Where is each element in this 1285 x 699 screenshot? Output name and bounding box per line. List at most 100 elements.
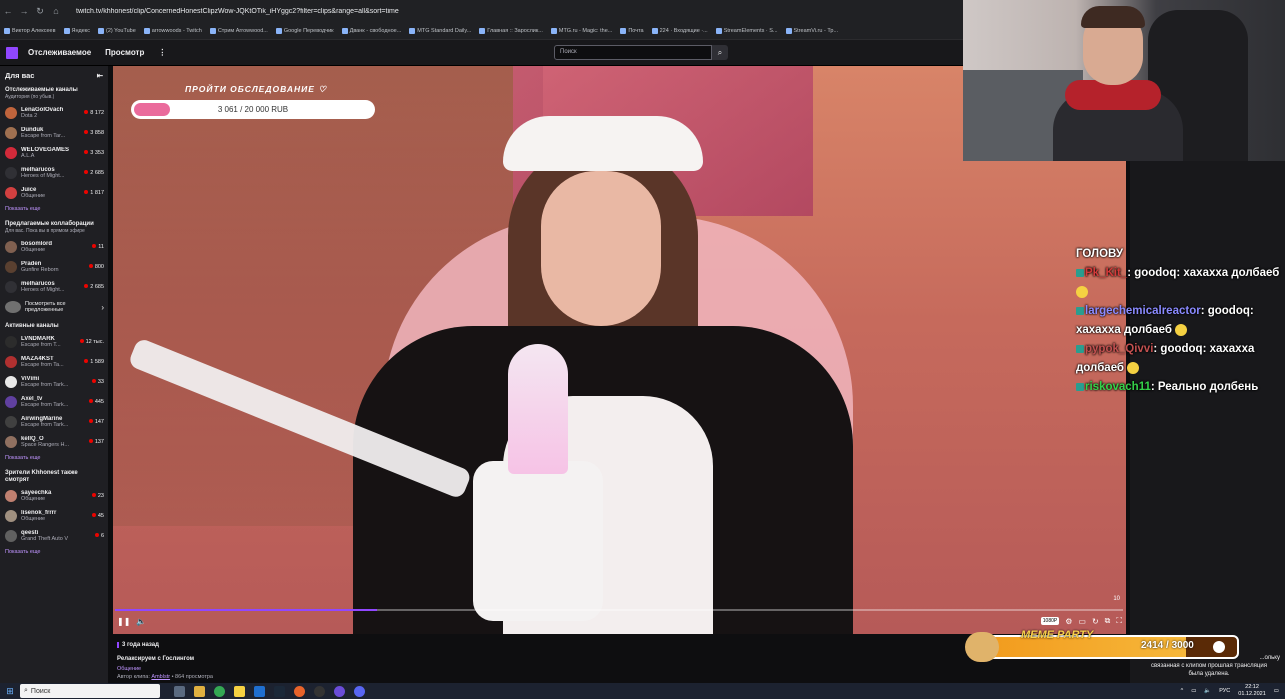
- clip-author: Автор клипа: Amblstr • 864 просмотра: [117, 674, 213, 680]
- bookmark-item[interactable]: arrowwoods - Twitch: [143, 27, 202, 34]
- reload-icon[interactable]: ↻: [32, 6, 48, 17]
- bookmark-item[interactable]: MTG.ru - Magic: the...: [550, 27, 612, 34]
- chat-username[interactable]: Pk_Kit_: [1085, 267, 1127, 279]
- followed-subtitle[interactable]: Аудитория (по убыв.): [0, 94, 108, 103]
- clip-icon[interactable]: ↻: [1092, 617, 1099, 626]
- bookmark-item[interactable]: (2) YouTube: [98, 27, 136, 34]
- viewers-also-show-more[interactable]: Показать еще: [0, 546, 108, 560]
- volume-tray-icon[interactable]: 🔈: [1204, 688, 1211, 694]
- obs-icon[interactable]: [314, 685, 325, 697]
- popout-icon[interactable]: ⧉: [1105, 616, 1111, 626]
- clock-date: 01.12.2021: [1238, 690, 1266, 697]
- notifications-icon[interactable]: ▭: [1274, 688, 1279, 694]
- live-dot-icon: [91, 513, 96, 517]
- active-show-more[interactable]: Показать еще: [0, 452, 108, 466]
- forward-icon[interactable]: →: [16, 6, 32, 16]
- controls-right: 1080P ⚙ ▭ ↻ ⧉ ⛶: [1040, 616, 1122, 626]
- bookmark-label: Почта: [628, 27, 644, 34]
- nav-following[interactable]: Отслеживаемое: [28, 48, 91, 57]
- file-explorer-icon[interactable]: [194, 685, 205, 697]
- sidebar-channel[interactable]: Axel_tv Escape from Tark... 445: [0, 392, 108, 412]
- sidebar-channel[interactable]: sayeechka Общение 23: [0, 486, 108, 506]
- viewer-count-value: 33: [97, 379, 104, 385]
- twitch-logo-icon[interactable]: [6, 46, 18, 59]
- app-icon-purple[interactable]: [334, 685, 345, 697]
- sidebar-channel[interactable]: Praden Gunfire Reborn 800: [0, 257, 108, 277]
- back-icon[interactable]: ←: [0, 6, 16, 16]
- bookmark-item[interactable]: Почта: [620, 27, 644, 34]
- sidebar-channel[interactable]: melharucos Heroes of Might... 2 685: [0, 277, 108, 297]
- avatar: [5, 396, 17, 408]
- firefox-icon[interactable]: [294, 685, 305, 697]
- bookmark-item[interactable]: StreamVi.ru - Тр...: [785, 27, 838, 34]
- nav-browse[interactable]: Просмотр: [105, 48, 144, 57]
- vscode-icon[interactable]: [254, 685, 265, 697]
- discord-icon[interactable]: [354, 685, 365, 697]
- search-input[interactable]: Поиск: [554, 45, 712, 60]
- clip-category-link[interactable]: Общение: [117, 666, 141, 672]
- channel-game: Escape from Tar...: [21, 133, 66, 139]
- video-mic-stand: [473, 461, 603, 621]
- network-icon[interactable]: ▭: [1191, 688, 1196, 694]
- sidebar-channel[interactable]: qeesti Grand Theft Auto V6: [0, 526, 108, 546]
- sidebar-channel[interactable]: Juice Общение 1 817: [0, 183, 108, 203]
- tray-chevron-icon[interactable]: ^: [1181, 688, 1184, 694]
- chat-username[interactable]: riskovach11: [1085, 381, 1151, 393]
- steam-icon[interactable]: [274, 685, 285, 697]
- bookmark-item[interactable]: MTG Standard Daily...: [409, 27, 471, 34]
- bookmark-item[interactable]: StreamElements · S...: [715, 27, 778, 34]
- chrome-icon[interactable]: [214, 685, 225, 697]
- laughing-emoji-icon: [1127, 361, 1140, 374]
- app-icon-yellow[interactable]: [234, 685, 245, 697]
- collapse-sidebar-icon[interactable]: ⇤: [97, 71, 103, 80]
- viewer-count: 11: [92, 244, 104, 250]
- task-view-icon[interactable]: [174, 685, 185, 697]
- viewer-count: 147: [88, 419, 104, 425]
- bookmark-item[interactable]: Google Переводчик: [275, 27, 334, 34]
- chat-badge-icon: [1076, 306, 1084, 315]
- settings-gear-icon[interactable]: ⚙: [1065, 617, 1072, 626]
- bookmark-item[interactable]: Виктор Алексеев: [4, 27, 56, 34]
- clip-author-link[interactable]: Amblstr: [151, 674, 170, 680]
- live-dot-icon: [88, 439, 93, 443]
- sidebar-channel[interactable]: ViVimi Escape from Tark... 33: [0, 372, 108, 392]
- viewer-count-value: 3 858: [90, 130, 104, 136]
- bookmark-item[interactable]: Дванк - свободное...: [341, 27, 401, 34]
- language-indicator[interactable]: РУС: [1219, 688, 1230, 694]
- viewer-count: 2 685: [84, 170, 104, 176]
- sidebar-channel[interactable]: Dunduk Escape from Tar... 3 858: [0, 123, 108, 143]
- sidebar-channel[interactable]: lisenok_frrrr Общение 45: [0, 506, 108, 526]
- fullscreen-icon[interactable]: ⛶: [1116, 616, 1122, 626]
- bookmark-item[interactable]: Стрим Arrowwood...: [209, 27, 268, 34]
- sidebar-channel[interactable]: WELOVEGAMES A.L.A 3 353: [0, 143, 108, 163]
- bookmark-item[interactable]: 224 · Входящие ·...: [651, 27, 708, 34]
- seek-bar[interactable]: [115, 609, 1123, 611]
- more-menu-icon[interactable]: ⋮: [158, 48, 166, 57]
- bookmark-item[interactable]: Главная :: Зарослик...: [479, 27, 543, 34]
- clock[interactable]: 22:12 01.12.2021: [1238, 684, 1266, 697]
- sidebar-channel[interactable]: MAZA4KST Escape from Ta... 1 589: [0, 352, 108, 372]
- followed-show-more[interactable]: Показать еще: [0, 203, 108, 217]
- chat-username[interactable]: pypok_Qivvi: [1085, 343, 1153, 355]
- home-icon[interactable]: ⌂: [48, 6, 64, 16]
- quality-badge[interactable]: 1080P: [1040, 617, 1060, 625]
- collabs-see-all[interactable]: Посмотреть все предложенные ›: [0, 297, 108, 317]
- deleted-note-line1: ...ольку: [1259, 655, 1280, 661]
- windows-start-icon[interactable]: ⊞: [0, 686, 20, 697]
- pause-icon[interactable]: ❚❚: [117, 617, 130, 626]
- volume-icon[interactable]: 🔈: [136, 617, 146, 626]
- sidebar-channel[interactable]: kellQ_O Space Rangers H... 137: [0, 432, 108, 452]
- sidebar-channel[interactable]: LVNDMARK Escape from T... 12 тыс.: [0, 332, 108, 352]
- taskbar-search[interactable]: ⌕ Поиск: [20, 684, 160, 698]
- search-icon[interactable]: ⌕: [712, 45, 728, 60]
- bookmark-label: Виктор Алексеев: [12, 27, 56, 34]
- theater-mode-icon[interactable]: ▭: [1078, 617, 1086, 626]
- sidebar-channel[interactable]: bosomlord Общение 11: [0, 237, 108, 257]
- address-bar[interactable]: twitch.tv/khhonest/clip/ConcernedHonestC…: [76, 8, 916, 15]
- sidebar-channel[interactable]: LenaGolOvach Dota 28 172: [0, 103, 108, 123]
- bookmark-item[interactable]: Яндекс: [63, 27, 90, 34]
- chat-message: pypok_Qivvi: goodoq: хахахха долбаеб: [1076, 340, 1285, 378]
- sidebar-channel[interactable]: AirwingMarine Escape from Tark... 147: [0, 412, 108, 432]
- sidebar-channel[interactable]: melharucos Heroes of Might... 2 685: [0, 163, 108, 183]
- chat-username[interactable]: largechemicalreactor: [1085, 305, 1201, 317]
